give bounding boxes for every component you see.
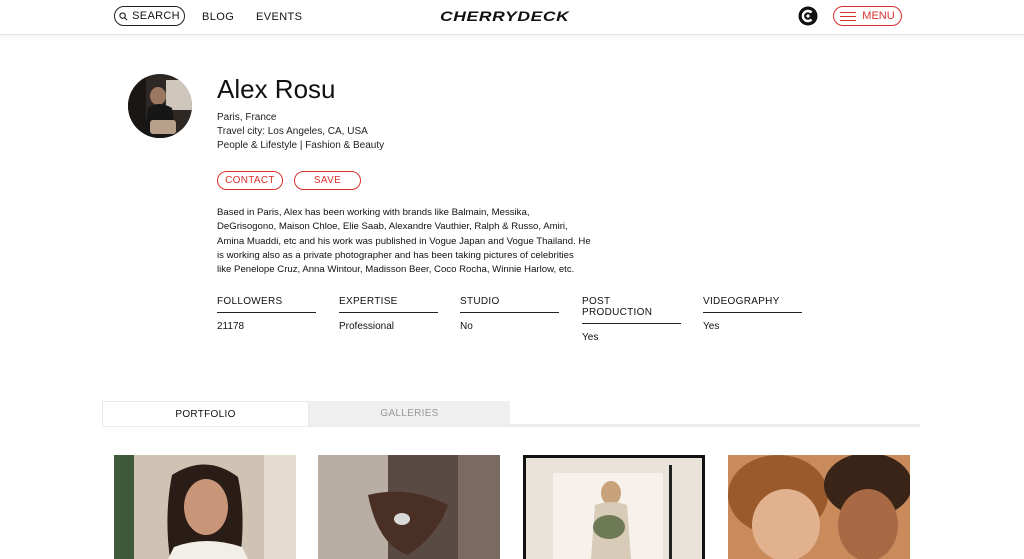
- search-button[interactable]: SEARCH: [114, 6, 185, 26]
- stat-followers: FOLLOWERS 21178: [217, 296, 316, 332]
- stat-value: Yes: [582, 332, 599, 343]
- stat-studio: STUDIO No: [460, 296, 559, 332]
- bio-line: is working also as a private photographe…: [217, 249, 574, 261]
- stat-value: 21178: [217, 321, 245, 332]
- nav-link-events[interactable]: EVENTS: [256, 11, 302, 23]
- tab-portfolio[interactable]: PORTFOLIO: [102, 401, 309, 426]
- bio-line: Based in Paris, Alex has been working wi…: [217, 207, 530, 218]
- top-nav-bar: SEARCH BLOG EVENTS CHERRYDECK MENU: [0, 0, 1024, 35]
- brand-c-icon[interactable]: [798, 6, 818, 26]
- profile-location: Paris, France: [217, 112, 277, 123]
- stat-expertise: EXPERTISE Professional: [339, 296, 438, 332]
- nav-link-blog[interactable]: BLOG: [202, 11, 234, 23]
- menu-label: MENU: [862, 10, 895, 22]
- bio-line: DeGrisogono, Maison Chloe, Elie Saab, Al…: [217, 221, 568, 233]
- portfolio-photo[interactable]: [523, 455, 705, 559]
- portfolio-photo[interactable]: [318, 455, 500, 559]
- portfolio-photo[interactable]: [114, 455, 296, 559]
- portfolio-photo[interactable]: [728, 455, 910, 559]
- stat-label: VIDEOGRAPHY: [703, 296, 802, 313]
- stat-label: EXPERTISE: [339, 296, 438, 313]
- stat-value: Professional: [339, 321, 395, 332]
- search-label: SEARCH: [132, 10, 180, 22]
- avatar-photo: [128, 74, 192, 138]
- profile-name: Alex Rosu: [217, 74, 336, 104]
- avatar: [128, 74, 192, 138]
- site-logo[interactable]: CHERRYDECK: [440, 8, 569, 24]
- menu-button[interactable]: MENU: [833, 6, 902, 26]
- search-icon: [119, 11, 128, 20]
- stat-label: POST PRODUCTION: [582, 296, 681, 324]
- stat-label: STUDIO: [460, 296, 559, 313]
- save-button[interactable]: SAVE: [294, 171, 361, 190]
- hamburger-icon: [840, 12, 857, 21]
- stat-post-production: POST PRODUCTION Yes: [582, 296, 681, 343]
- profile-travel-city: Travel city: Los Angeles, CA, USA: [217, 126, 368, 137]
- stat-value: No: [460, 321, 473, 332]
- bio-line: Amina Muaddi, etc and his work was publi…: [217, 235, 591, 247]
- stat-videography: VIDEOGRAPHY Yes: [703, 296, 802, 332]
- stat-label: FOLLOWERS: [217, 296, 316, 313]
- contact-button[interactable]: CONTACT: [217, 171, 283, 190]
- stat-value: Yes: [703, 321, 720, 332]
- bio-line: like Penelope Cruz, Anna Wintour, Madiss…: [217, 264, 575, 276]
- tab-galleries[interactable]: GALLERIES: [309, 401, 510, 425]
- profile-bio: Based in Paris, Alex has been working wi…: [217, 206, 609, 277]
- profile-categories: People & Lifestyle | Fashion & Beauty: [217, 140, 385, 151]
